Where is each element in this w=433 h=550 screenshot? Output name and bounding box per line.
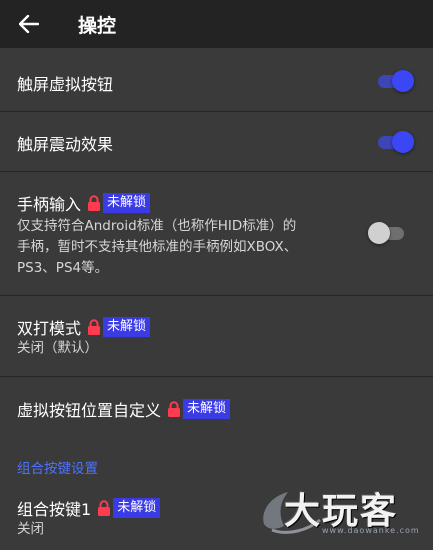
lock-icon bbox=[98, 500, 111, 516]
setting-value: 关闭 bbox=[17, 521, 44, 537]
lock-icon bbox=[88, 195, 101, 211]
toggle-thumb bbox=[392, 70, 414, 92]
setting-gamepad[interactable]: 手柄输入 未解锁 仅支持符合Android标准（也称作HID标准）的 手柄，暂时… bbox=[0, 172, 433, 296]
description-line: 手柄，暂时不支持其他标准的手柄例如XBOX、 bbox=[17, 239, 298, 255]
setting-label: 触屏震动效果 bbox=[17, 135, 114, 154]
touch-buttons-toggle[interactable] bbox=[376, 70, 414, 92]
locked-badge: 未解锁 bbox=[183, 399, 231, 419]
setting-title-line: 组合按键1 未解锁 bbox=[17, 496, 161, 520]
setting-title-line: 手柄输入 未解锁 bbox=[17, 191, 151, 215]
lock-icon bbox=[168, 401, 181, 417]
gamepad-toggle[interactable] bbox=[368, 222, 406, 244]
vibration-toggle[interactable] bbox=[376, 131, 414, 153]
toggle-thumb bbox=[368, 222, 390, 244]
description-line: 仅支持符合Android标准（也称作HID标准）的 bbox=[17, 218, 297, 234]
lock-icon bbox=[88, 319, 101, 335]
setting-custom-layout[interactable]: 虚拟按钮位置自定义 未解锁 bbox=[0, 377, 433, 439]
setting-label: 虚拟按钮位置自定义 bbox=[17, 401, 162, 420]
setting-touch-buttons[interactable]: 触屏虚拟按钮 bbox=[0, 52, 433, 112]
locked-badge: 未解锁 bbox=[103, 317, 151, 337]
watermark-url: www.daowanke.com bbox=[322, 526, 420, 535]
setting-label: 触屏虚拟按钮 bbox=[17, 75, 114, 94]
section-header-combo: 组合按键设置 bbox=[17, 461, 98, 477]
back-button[interactable] bbox=[18, 13, 40, 35]
setting-double-play[interactable]: 双打模式 未解锁 关闭（默认） bbox=[0, 296, 433, 377]
locked-badge: 未解锁 bbox=[113, 498, 161, 518]
setting-description: 仅支持符合Android标准（也称作HID标准）的 手柄，暂时不支持其他标准的手… bbox=[17, 216, 297, 279]
setting-vibration[interactable]: 触屏震动效果 bbox=[0, 112, 433, 172]
locked-badge: 未解锁 bbox=[103, 193, 151, 213]
app-bar: 操控 bbox=[0, 0, 433, 48]
arrow-left-icon bbox=[19, 15, 39, 33]
setting-title-line: 双打模式 未解锁 bbox=[17, 315, 151, 339]
setting-title-line: 虚拟按钮位置自定义 未解锁 bbox=[17, 397, 231, 421]
setting-label: 手柄输入 bbox=[17, 195, 82, 214]
page-title: 操控 bbox=[78, 14, 117, 37]
toggle-thumb bbox=[392, 131, 414, 153]
setting-label: 双打模式 bbox=[17, 319, 82, 338]
setting-label: 组合按键1 bbox=[17, 500, 92, 519]
description-line: PS3、PS4等。 bbox=[17, 260, 109, 276]
setting-value: 关闭（默认） bbox=[17, 340, 98, 356]
